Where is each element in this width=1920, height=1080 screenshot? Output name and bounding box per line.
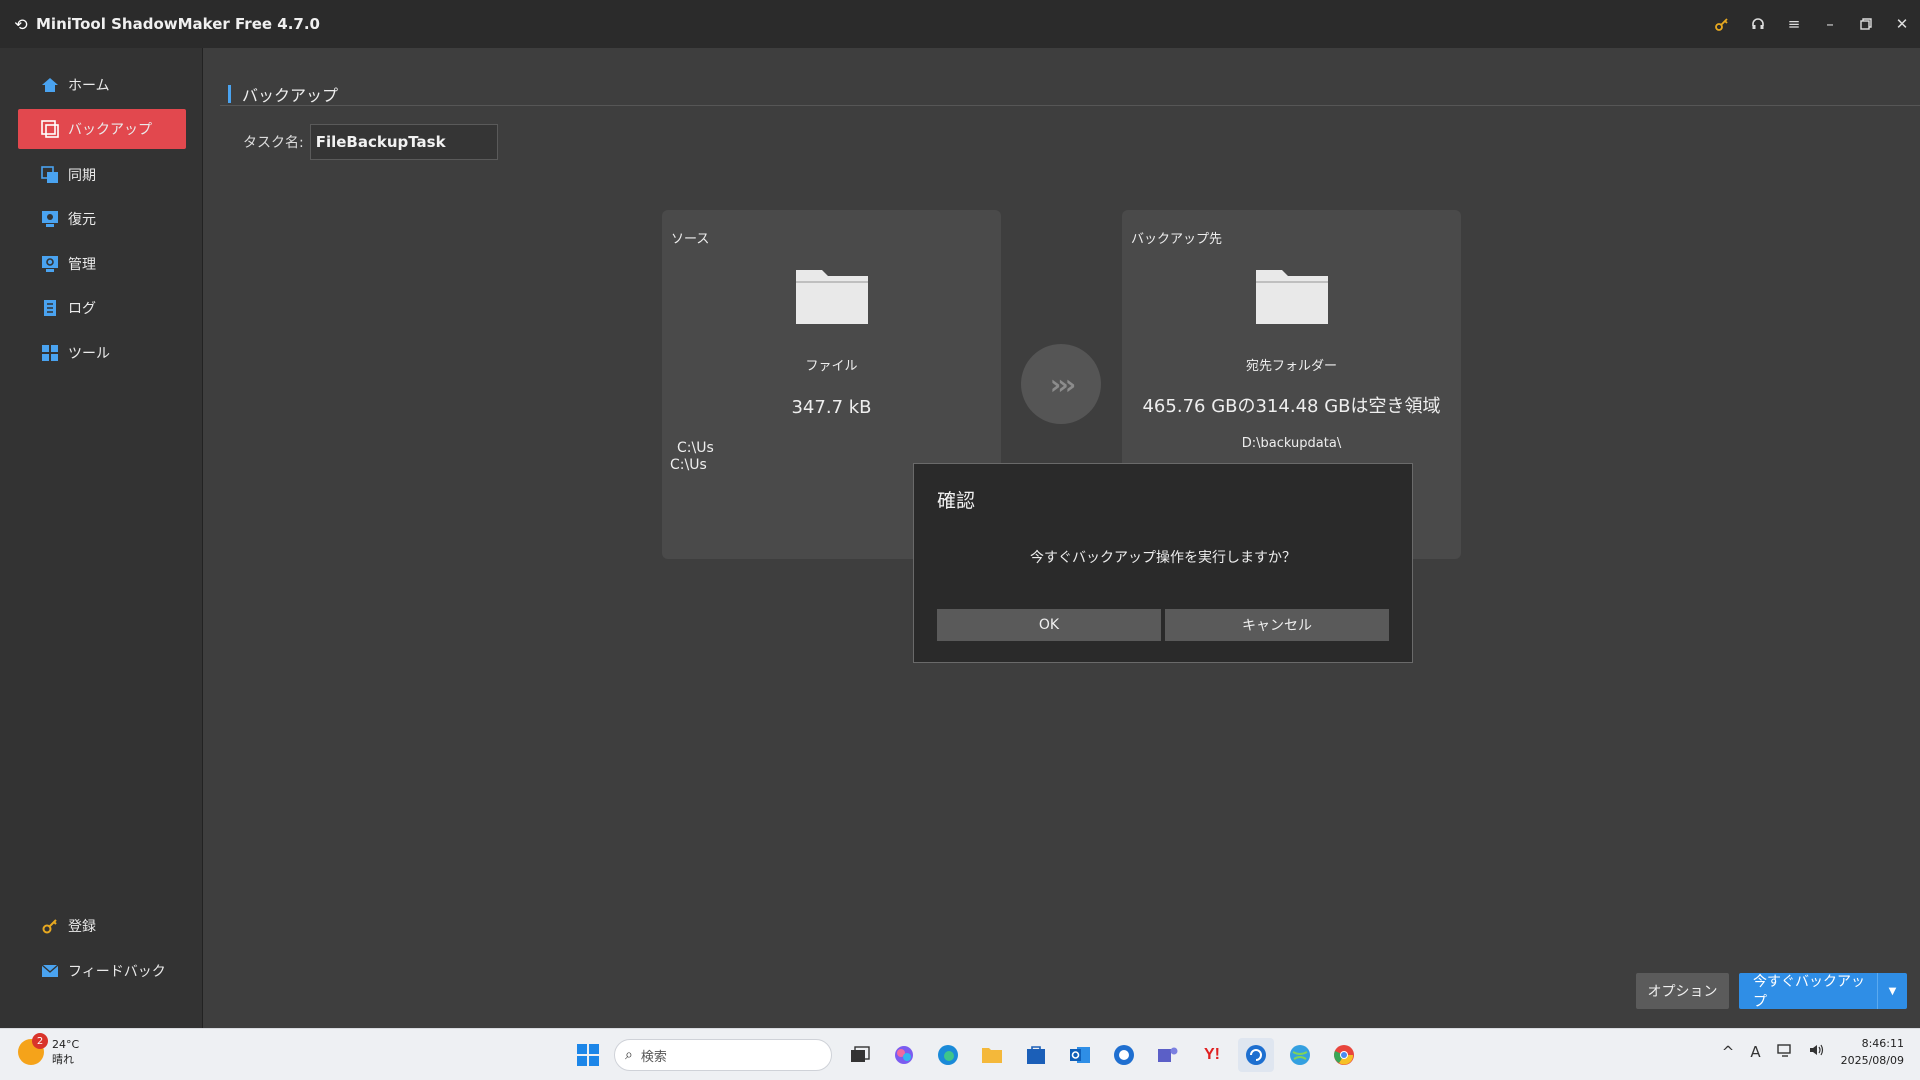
- sidebar-item-home[interactable]: ホーム: [18, 65, 186, 105]
- dropdown-caret-icon[interactable]: ▼: [1877, 973, 1907, 1009]
- ok-button[interactable]: OK: [937, 609, 1161, 641]
- options-button[interactable]: オプション: [1636, 973, 1729, 1009]
- cancel-button[interactable]: キャンセル: [1165, 609, 1389, 641]
- sidebar-item-backup[interactable]: バックアップ: [18, 109, 186, 149]
- copilot-icon[interactable]: [886, 1038, 922, 1072]
- dialog-message: 今すぐバックアップ操作を実行しますか？: [1030, 550, 1296, 566]
- key-icon: [40, 916, 60, 936]
- sidebar-item-feedback[interactable]: フィードバック: [18, 951, 186, 991]
- chrome-icon[interactable]: [1326, 1038, 1362, 1072]
- task-name-label: タスク名:: [243, 135, 304, 151]
- sidebar-item-tools[interactable]: ツール: [18, 333, 186, 373]
- task-name-row: タスク名:: [243, 124, 498, 160]
- sidebar-item-register[interactable]: 登録: [18, 906, 186, 946]
- destination-space: 465.76 GBの314.48 GBは空き領域: [1142, 396, 1441, 417]
- shadowmaker-icon[interactable]: [1238, 1038, 1274, 1072]
- folder-icon: [1254, 262, 1330, 330]
- ime-indicator[interactable]: A: [1750, 1043, 1760, 1061]
- backup-icon: [40, 119, 60, 139]
- destination-type: 宛先フォルダー: [1245, 359, 1337, 374]
- manage-icon: [40, 254, 60, 274]
- source-type: ファイル: [805, 359, 858, 374]
- mail-icon: [40, 961, 60, 981]
- sidebar: ホーム バックアップ 同期 復元 管理 ログ ツール 登録 フィードバック: [0, 48, 203, 1028]
- network-icon[interactable]: [1776, 1043, 1793, 1061]
- outlook-icon[interactable]: [1062, 1038, 1098, 1072]
- taskbar-apps: ⌕ 検索 Y!: [570, 1038, 1370, 1072]
- globe-app-icon[interactable]: [1282, 1038, 1318, 1072]
- heading-divider: [220, 105, 1920, 106]
- weather-temp: 24°C: [52, 1038, 80, 1051]
- taskbar: 2 24°C 晴れ ⌕ 検索 Y! ^ A 8:46:11 2025/08/09: [0, 1028, 1920, 1080]
- sidebar-item-log[interactable]: ログ: [18, 288, 186, 328]
- source-path: C:\Us: [677, 440, 714, 456]
- weather-sun-icon: 2: [18, 1033, 48, 1065]
- browser-app-icon[interactable]: [1106, 1038, 1142, 1072]
- file-explorer-icon[interactable]: [974, 1038, 1010, 1072]
- confirm-dialog: 確認 今すぐバックアップ操作を実行しますか？ OK キャンセル: [913, 463, 1413, 663]
- heading-accent-bar: [228, 85, 231, 103]
- backup-now-label: 今すぐバックアップ: [1753, 974, 1865, 1010]
- tools-icon: [40, 343, 60, 363]
- title-bar: ⟲ MiniTool ShadowMaker Free 4.7.0 ≡ – ✕: [0, 0, 1920, 48]
- destination-title: バックアップ先: [1131, 232, 1223, 247]
- weather-desc: 晴れ: [52, 1053, 74, 1066]
- sidebar-item-manage[interactable]: 管理: [18, 244, 186, 284]
- sync-icon: [40, 165, 60, 185]
- backup-now-button[interactable]: 今すぐバックアップ ▼: [1739, 973, 1907, 1010]
- minimize-icon[interactable]: –: [1812, 0, 1848, 48]
- clock[interactable]: 8:46:11 2025/08/09: [1841, 1035, 1904, 1069]
- taskbar-search[interactable]: ⌕ 検索: [614, 1039, 832, 1071]
- folder-icon: [794, 262, 870, 330]
- log-icon: [40, 298, 60, 318]
- headset-icon[interactable]: [1740, 0, 1776, 48]
- chevron-up-icon[interactable]: ^: [1722, 1043, 1735, 1061]
- key-icon[interactable]: [1704, 0, 1740, 48]
- weather-widget[interactable]: 2 24°C 晴れ: [18, 1033, 80, 1067]
- sidebar-item-restore[interactable]: 復元: [18, 199, 186, 239]
- menu-icon[interactable]: ≡: [1776, 0, 1812, 48]
- home-icon: [40, 75, 60, 95]
- page-title: バックアップ: [242, 86, 339, 105]
- yahoo-icon[interactable]: Y!: [1194, 1038, 1230, 1072]
- windows-start-icon[interactable]: [570, 1038, 606, 1072]
- source-title: ソース: [671, 232, 710, 247]
- store-icon[interactable]: [1018, 1038, 1054, 1072]
- app-logo-icon: ⟲: [14, 14, 28, 34]
- close-icon[interactable]: ✕: [1884, 0, 1920, 48]
- app-title: MiniTool ShadowMaker Free 4.7.0: [36, 15, 320, 33]
- main-panel: バックアップ タスク名: ソース ファイル 347.7 kB C:\Us C:\…: [203, 48, 1920, 1028]
- page-heading: バックアップ: [228, 82, 338, 106]
- restore-icon[interactable]: [1848, 0, 1884, 48]
- notification-badge: 2: [32, 1033, 48, 1049]
- sidebar-item-sync[interactable]: 同期: [18, 155, 186, 195]
- search-placeholder: 検索: [640, 1049, 667, 1065]
- volume-icon[interactable]: [1809, 1043, 1825, 1061]
- clock-time: 8:46:11: [1861, 1037, 1904, 1050]
- clock-date: 2025/08/09: [1840, 1054, 1904, 1067]
- task-name-input[interactable]: [309, 124, 498, 160]
- dialog-title: 確認: [937, 490, 976, 512]
- search-icon: ⌕: [625, 1047, 633, 1063]
- window-controls: ≡ – ✕: [1704, 0, 1920, 48]
- teams-icon[interactable]: [1150, 1038, 1186, 1072]
- destination-path: D:\backupdata\: [1241, 436, 1342, 451]
- system-tray: ^ A 8:46:11 2025/08/09: [1722, 1035, 1904, 1069]
- restore-icon: [40, 209, 60, 229]
- task-view-icon[interactable]: [842, 1038, 878, 1072]
- source-size: 347.7 kB: [791, 397, 872, 418]
- arrow-forward-icon: ›››: [1021, 344, 1101, 424]
- edge-browser-icon[interactable]: [930, 1038, 966, 1072]
